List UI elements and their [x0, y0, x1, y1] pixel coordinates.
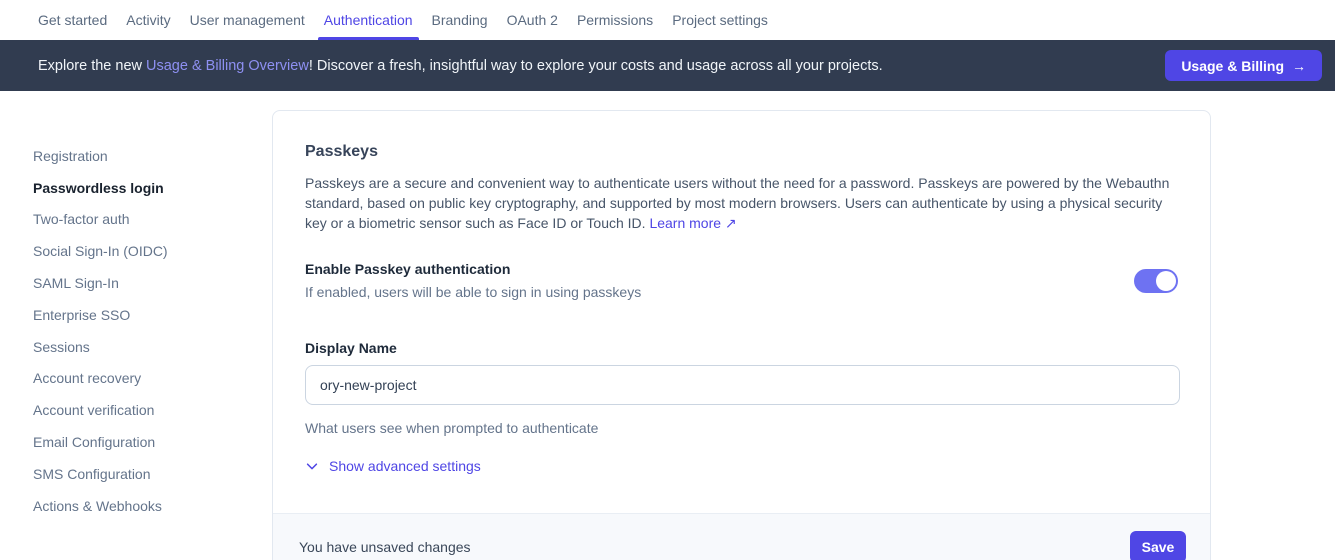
enable-passkey-description: If enabled, users will be able to sign i…: [305, 284, 641, 300]
settings-sidebar: RegistrationPasswordless loginTwo-factor…: [0, 91, 272, 522]
sidebar-item-actions-webhooks[interactable]: Actions & Webhooks: [33, 490, 272, 522]
chevron-down-icon: [305, 459, 319, 473]
sidebar-item-sms-configuration[interactable]: SMS Configuration: [33, 458, 272, 490]
sidebar-item-account-verification[interactable]: Account verification: [33, 394, 272, 426]
enable-passkey-toggle[interactable]: [1134, 269, 1178, 293]
enable-passkey-texts: Enable Passkey authentication If enabled…: [305, 261, 641, 300]
nav-item-activity[interactable]: Activity: [126, 0, 170, 40]
display-name-input[interactable]: [305, 365, 1180, 405]
learn-more-link[interactable]: Learn more ↗: [649, 215, 736, 231]
banner-message: Explore the new Usage & Billing Overview…: [38, 58, 1165, 74]
usage-billing-overview-link[interactable]: Usage & Billing Overview: [146, 58, 309, 74]
sidebar-item-saml-sign-in[interactable]: SAML Sign-In: [33, 267, 272, 299]
display-name-label: Display Name: [305, 340, 1178, 356]
display-name-helper: What users see when prompted to authenti…: [305, 420, 1178, 436]
nav-item-permissions[interactable]: Permissions: [577, 0, 653, 40]
usage-billing-banner: Explore the new Usage & Billing Overview…: [0, 40, 1335, 91]
top-nav: Get started Activity User management Authen…: [0, 0, 1335, 40]
external-link-icon: ↗: [725, 215, 737, 231]
sidebar-item-two-factor-auth[interactable]: Two-factor auth: [33, 204, 272, 236]
sidebar-item-registration[interactable]: Registration: [33, 140, 272, 172]
card-footer: You have unsaved changes Save: [273, 513, 1210, 560]
toggle-knob: [1156, 271, 1176, 291]
banner-text-after: ! Discover a fresh, insightful way to ex…: [309, 58, 883, 74]
display-name-field: Display Name What users see when prompte…: [305, 340, 1178, 436]
nav-item-oauth-2[interactable]: OAuth 2: [507, 0, 558, 40]
nav-item-get-started[interactable]: Get started: [38, 0, 107, 40]
show-advanced-settings-label: Show advanced settings: [329, 458, 481, 474]
banner-text-before: Explore the new: [38, 58, 146, 74]
sidebar-item-email-configuration[interactable]: Email Configuration: [33, 426, 272, 458]
enable-passkey-row: Enable Passkey authentication If enabled…: [305, 261, 1178, 300]
learn-more-label: Learn more: [649, 215, 721, 231]
save-button[interactable]: Save: [1130, 531, 1186, 560]
passkeys-description-text: Passkeys are a secure and convenient way…: [305, 175, 1169, 231]
usage-billing-button-label: Usage & Billing: [1181, 58, 1284, 74]
nav-item-user-management[interactable]: User management: [190, 0, 305, 40]
page-title: Passkeys: [305, 143, 1178, 161]
unsaved-changes-status: You have unsaved changes: [299, 539, 471, 555]
sidebar-item-passwordless-login[interactable]: Passwordless login: [33, 172, 272, 204]
nav-item-project-settings[interactable]: Project settings: [672, 0, 768, 40]
usage-billing-button[interactable]: Usage & Billing →: [1165, 50, 1322, 81]
sidebar-item-account-recovery[interactable]: Account recovery: [33, 363, 272, 395]
nav-item-authentication[interactable]: Authentication: [324, 0, 413, 40]
passkeys-card: Passkeys Passkeys are a secure and conve…: [272, 110, 1211, 560]
passkeys-description: Passkeys are a secure and convenient way…: [305, 173, 1178, 233]
sidebar-item-social-sign-in-oidc[interactable]: Social Sign-In (OIDC): [33, 235, 272, 267]
enable-passkey-label: Enable Passkey authentication: [305, 261, 641, 277]
sidebar-item-enterprise-sso[interactable]: Enterprise SSO: [33, 299, 272, 331]
nav-item-branding[interactable]: Branding: [432, 0, 488, 40]
arrow-right-icon: →: [1292, 58, 1306, 74]
sidebar-item-sessions[interactable]: Sessions: [33, 331, 272, 363]
show-advanced-settings[interactable]: Show advanced settings: [305, 458, 1178, 474]
